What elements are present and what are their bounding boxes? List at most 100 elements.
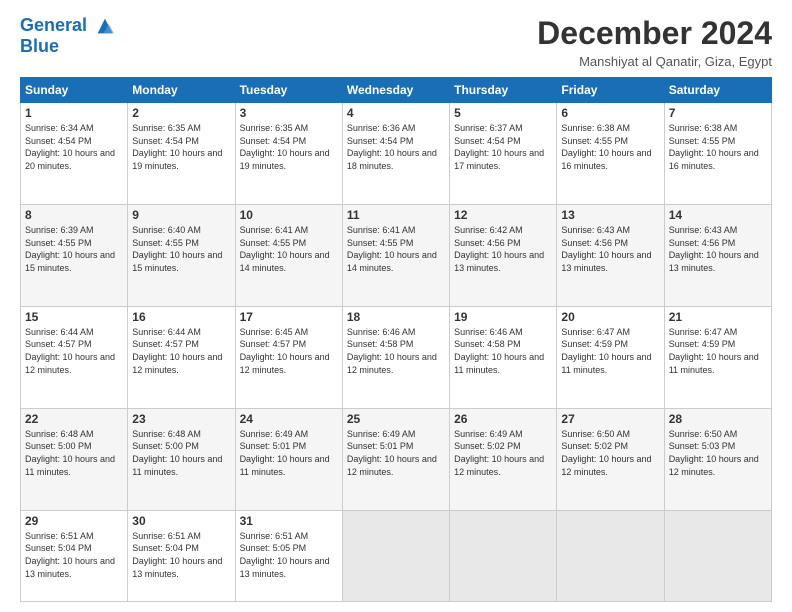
day-number: 12: [454, 208, 552, 222]
day-info: Sunrise: 6:40 AMSunset: 4:55 PMDaylight:…: [132, 224, 230, 274]
day-number: 26: [454, 412, 552, 426]
day-number: 3: [240, 106, 338, 120]
day-info: Sunrise: 6:41 AMSunset: 4:55 PMDaylight:…: [347, 224, 445, 274]
header-saturday: Saturday: [664, 78, 771, 103]
calendar-cell: 25 Sunrise: 6:49 AMSunset: 5:01 PMDayligh…: [342, 408, 449, 510]
calendar-cell: 30 Sunrise: 6:51 AMSunset: 5:04 PMDayligh…: [128, 510, 235, 601]
calendar-cell: 4 Sunrise: 6:36 AMSunset: 4:54 PMDaylight…: [342, 103, 449, 205]
calendar-cell: 8 Sunrise: 6:39 AMSunset: 4:55 PMDaylight…: [21, 204, 128, 306]
calendar-cell: 21Sunrise: 6:47 AMSunset: 4:59 PMDayligh…: [664, 306, 771, 408]
calendar-cell: 13Sunrise: 6:43 AMSunset: 4:56 PMDayligh…: [557, 204, 664, 306]
day-number: 7: [669, 106, 767, 120]
calendar-cell: 31Sunrise: 6:51 AMSunset: 5:05 PMDayligh…: [235, 510, 342, 601]
calendar-cell: 18Sunrise: 6:46 AMSunset: 4:58 PMDayligh…: [342, 306, 449, 408]
day-info: Sunrise: 6:51 AMSunset: 5:04 PMDaylight:…: [25, 530, 123, 580]
day-number: 13: [561, 208, 659, 222]
calendar-cell: 28 Sunrise: 6:50 AMSunset: 5:03 PMDayligh…: [664, 408, 771, 510]
calendar-cell: 9 Sunrise: 6:40 AMSunset: 4:55 PMDaylight…: [128, 204, 235, 306]
day-info: Sunrise: 6:37 AMSunset: 4:54 PMDaylight:…: [454, 122, 552, 172]
header-tuesday: Tuesday: [235, 78, 342, 103]
header-sunday: Sunday: [21, 78, 128, 103]
calendar-cell: 16 Sunrise: 6:44 AMSunset: 4:57 PMDayligh…: [128, 306, 235, 408]
location: Manshiyat al Qanatir, Giza, Egypt: [537, 54, 772, 69]
header: General Blue December 2024 Manshiyat al …: [20, 15, 772, 69]
day-number: 28: [669, 412, 767, 426]
month-title: December 2024: [537, 15, 772, 52]
day-info: Sunrise: 6:47 AMSunset: 4:59 PMDaylight:…: [561, 326, 659, 376]
day-number: 17: [240, 310, 338, 324]
day-number: 29: [25, 514, 123, 528]
day-info: Sunrise: 6:51 AMSunset: 5:04 PMDaylight:…: [132, 530, 230, 580]
calendar-week-row: 15 Sunrise: 6:44 AMSunset: 4:57 PMDayligh…: [21, 306, 772, 408]
day-number: 23: [132, 412, 230, 426]
header-friday: Friday: [557, 78, 664, 103]
day-number: 18: [347, 310, 445, 324]
calendar-cell: [342, 510, 449, 601]
calendar-cell: 23 Sunrise: 6:48 AMSunset: 5:00 PMDayligh…: [128, 408, 235, 510]
day-info: Sunrise: 6:49 AMSunset: 5:02 PMDaylight:…: [454, 428, 552, 478]
calendar-cell: 10Sunrise: 6:41 AMSunset: 4:55 PMDayligh…: [235, 204, 342, 306]
day-info: Sunrise: 6:38 AMSunset: 4:55 PMDaylight:…: [561, 122, 659, 172]
day-info: Sunrise: 6:48 AMSunset: 5:00 PMDaylight:…: [132, 428, 230, 478]
day-number: 15: [25, 310, 123, 324]
day-info: Sunrise: 6:46 AMSunset: 4:58 PMDaylight:…: [454, 326, 552, 376]
day-info: Sunrise: 6:34 AMSunset: 4:54 PMDaylight:…: [25, 122, 123, 172]
day-number: 4: [347, 106, 445, 120]
day-number: 9: [132, 208, 230, 222]
day-info: Sunrise: 6:49 AMSunset: 5:01 PMDaylight:…: [347, 428, 445, 478]
day-info: Sunrise: 6:49 AMSunset: 5:01 PMDaylight:…: [240, 428, 338, 478]
calendar-week-row: 22 Sunrise: 6:48 AMSunset: 5:00 PMDayligh…: [21, 408, 772, 510]
day-number: 16: [132, 310, 230, 324]
logo-subtext: Blue: [20, 37, 116, 57]
calendar-week-row: 8 Sunrise: 6:39 AMSunset: 4:55 PMDaylight…: [21, 204, 772, 306]
calendar-week-row: 1Sunrise: 6:34 AMSunset: 4:54 PMDaylight…: [21, 103, 772, 205]
day-number: 25: [347, 412, 445, 426]
calendar-table: Sunday Monday Tuesday Wednesday Thursday…: [20, 77, 772, 602]
day-number: 5: [454, 106, 552, 120]
calendar-cell: 5 Sunrise: 6:37 AMSunset: 4:54 PMDaylight…: [450, 103, 557, 205]
day-number: 6: [561, 106, 659, 120]
page: General Blue December 2024 Manshiyat al …: [0, 0, 792, 612]
day-number: 31: [240, 514, 338, 528]
day-number: 24: [240, 412, 338, 426]
logo: General Blue: [20, 15, 116, 57]
day-number: 30: [132, 514, 230, 528]
day-info: Sunrise: 6:44 AMSunset: 4:57 PMDaylight:…: [132, 326, 230, 376]
calendar-week-row: 29 Sunrise: 6:51 AMSunset: 5:04 PMDayligh…: [21, 510, 772, 601]
calendar-cell: 12 Sunrise: 6:42 AMSunset: 4:56 PMDayligh…: [450, 204, 557, 306]
header-thursday: Thursday: [450, 78, 557, 103]
day-number: 19: [454, 310, 552, 324]
calendar-cell: 24 Sunrise: 6:49 AMSunset: 5:01 PMDayligh…: [235, 408, 342, 510]
day-info: Sunrise: 6:38 AMSunset: 4:55 PMDaylight:…: [669, 122, 767, 172]
calendar-cell: 2Sunrise: 6:35 AMSunset: 4:54 PMDaylight…: [128, 103, 235, 205]
day-info: Sunrise: 6:36 AMSunset: 4:54 PMDaylight:…: [347, 122, 445, 172]
day-info: Sunrise: 6:39 AMSunset: 4:55 PMDaylight:…: [25, 224, 123, 274]
day-number: 22: [25, 412, 123, 426]
calendar-cell: 20 Sunrise: 6:47 AMSunset: 4:59 PMDayligh…: [557, 306, 664, 408]
calendar-cell: 22 Sunrise: 6:48 AMSunset: 5:00 PMDayligh…: [21, 408, 128, 510]
calendar-cell: [450, 510, 557, 601]
logo-text: General: [20, 15, 116, 37]
calendar-cell: [664, 510, 771, 601]
day-info: Sunrise: 6:35 AMSunset: 4:54 PMDaylight:…: [240, 122, 338, 172]
calendar-cell: 17 Sunrise: 6:45 AMSunset: 4:57 PMDayligh…: [235, 306, 342, 408]
day-number: 11: [347, 208, 445, 222]
day-number: 8: [25, 208, 123, 222]
calendar-cell: 29 Sunrise: 6:51 AMSunset: 5:04 PMDayligh…: [21, 510, 128, 601]
calendar-cell: 6 Sunrise: 6:38 AMSunset: 4:55 PMDaylight…: [557, 103, 664, 205]
day-info: Sunrise: 6:45 AMSunset: 4:57 PMDaylight:…: [240, 326, 338, 376]
day-number: 20: [561, 310, 659, 324]
calendar-cell: [557, 510, 664, 601]
day-number: 2: [132, 106, 230, 120]
calendar-cell: 3 Sunrise: 6:35 AMSunset: 4:54 PMDaylight…: [235, 103, 342, 205]
day-info: Sunrise: 6:48 AMSunset: 5:00 PMDaylight:…: [25, 428, 123, 478]
calendar-cell: 7 Sunrise: 6:38 AMSunset: 4:55 PMDaylight…: [664, 103, 771, 205]
calendar-cell: 11 Sunrise: 6:41 AMSunset: 4:55 PMDayligh…: [342, 204, 449, 306]
title-section: December 2024 Manshiyat al Qanatir, Giza…: [537, 15, 772, 69]
day-info: Sunrise: 6:42 AMSunset: 4:56 PMDaylight:…: [454, 224, 552, 274]
calendar-cell: 1Sunrise: 6:34 AMSunset: 4:54 PMDaylight…: [21, 103, 128, 205]
day-info: Sunrise: 6:50 AMSunset: 5:03 PMDaylight:…: [669, 428, 767, 478]
day-number: 14: [669, 208, 767, 222]
calendar-cell: 26 Sunrise: 6:49 AMSunset: 5:02 PMDayligh…: [450, 408, 557, 510]
logo-icon: [94, 15, 116, 37]
